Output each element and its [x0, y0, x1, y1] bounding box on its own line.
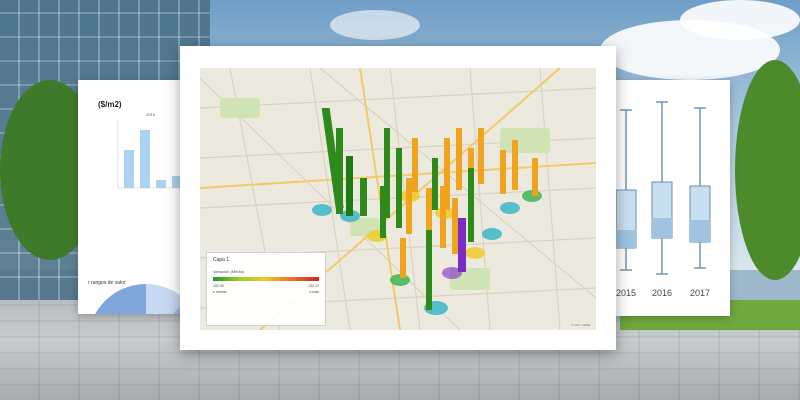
pie-chart	[95, 284, 190, 314]
box-lower	[652, 218, 672, 238]
column	[468, 168, 474, 242]
year-label: 2016	[652, 288, 673, 298]
column	[452, 198, 458, 254]
column	[412, 138, 418, 192]
column	[426, 230, 432, 310]
column	[380, 186, 386, 238]
cloud	[680, 0, 800, 40]
column	[458, 218, 466, 272]
legend-min-note: o menos	[213, 290, 227, 294]
pie-title: r rangos de valor	[88, 280, 126, 286]
pie-slice	[95, 284, 146, 314]
map-card: Capa 1 Variacion (Media) 102.00 122.27 o…	[180, 46, 616, 350]
bar	[156, 180, 166, 188]
legend-max-note: o más	[309, 290, 319, 294]
column	[396, 148, 402, 228]
legend-max: 122.27	[308, 284, 319, 288]
legend-layer-name: Capa 1	[213, 257, 230, 263]
legend-color-scale	[213, 277, 319, 281]
legend-min: 102.00	[213, 284, 224, 288]
column	[440, 186, 446, 248]
cloud	[330, 10, 420, 40]
column	[512, 140, 518, 190]
bar	[140, 130, 150, 188]
year-label: 2015	[616, 288, 637, 298]
column	[400, 238, 406, 278]
bar	[124, 150, 134, 188]
column	[500, 150, 506, 194]
column	[432, 158, 438, 210]
column	[532, 158, 538, 196]
column	[360, 178, 367, 216]
map-view[interactable]: Capa 1 Variacion (Media) 102.00 122.27 o…	[200, 68, 596, 330]
boxplot-card: 2015 2016 2017	[612, 80, 730, 316]
box-lower	[616, 230, 636, 248]
year-label: 2017	[690, 288, 711, 298]
map-legend: Capa 1 Variacion (Media) 102.00 122.27 o…	[206, 252, 326, 326]
column	[406, 178, 412, 234]
column	[346, 156, 353, 216]
legend-measure: Variacion (Media)	[213, 269, 245, 274]
mini-charts	[95, 120, 190, 314]
map-credit: © 2017 HERE	[571, 323, 590, 327]
box-lower	[690, 220, 710, 242]
boxplot-chart	[615, 101, 711, 275]
column	[456, 128, 462, 190]
column	[478, 128, 484, 184]
column	[336, 128, 343, 214]
bar-pie-card: ($/m2) 2015 r rangos de valor	[78, 80, 190, 314]
